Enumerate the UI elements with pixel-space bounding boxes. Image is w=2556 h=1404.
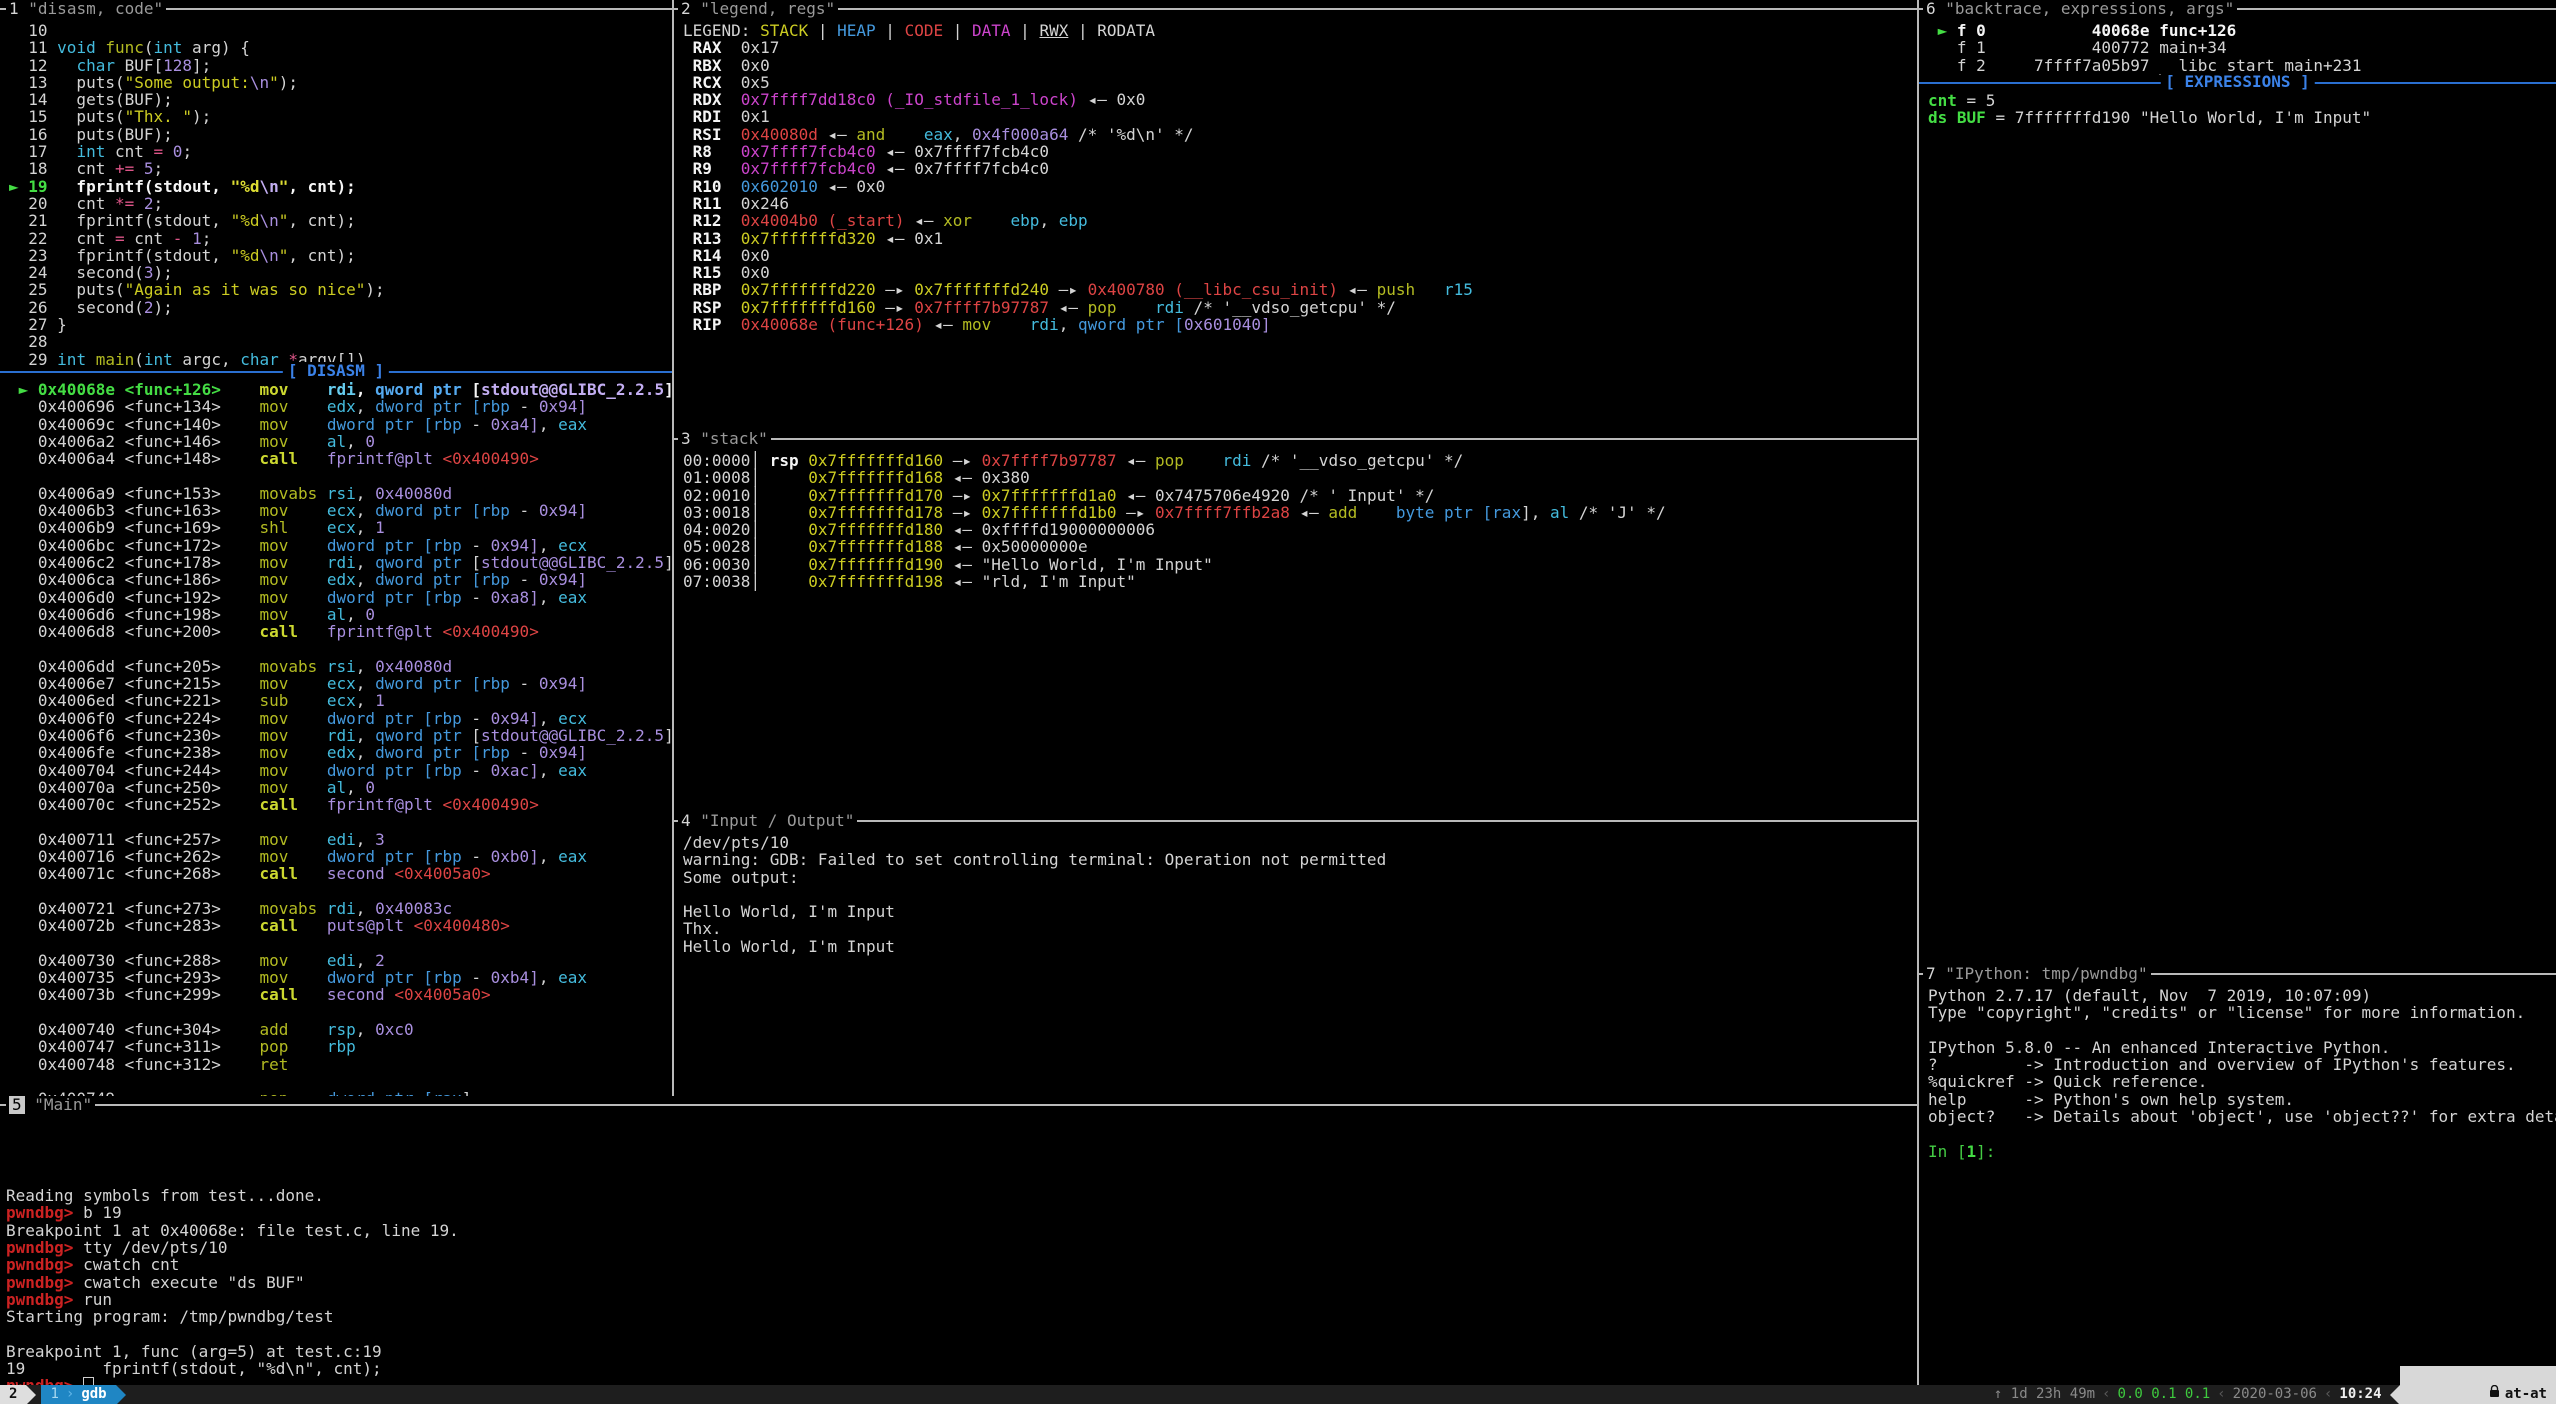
pane1-title-text: "disasm, code" <box>19 0 164 18</box>
pane5-top-border <box>0 1104 1917 1106</box>
disasm-divider-label: [ DISASM ] <box>283 362 389 379</box>
pane-stack[interactable]: 3 "stack" 00:0000│ rsp 0x7fffffffd160 —▸… <box>674 430 1917 812</box>
chevron-right-icon: › <box>59 1385 81 1404</box>
time-label: 10:24 <box>2339 1385 2381 1404</box>
date-label: 2020-03-06 <box>2233 1385 2317 1404</box>
pane3-title-text: "stack" <box>691 430 768 448</box>
pane5-title: 5 "Main" <box>6 1096 95 1113</box>
separator-icon: ‹ <box>2317 1385 2339 1404</box>
pane-input-output[interactable]: 4 "Input / Output" /dev/pts/10warning: G… <box>674 812 1917 1096</box>
hostname: at-at <box>2505 1385 2547 1404</box>
registers-listing: LEGEND: STACK | HEAP | CODE | DATA | RWX… <box>683 22 1917 333</box>
pane3-top-border <box>674 438 1917 440</box>
backtrace-frames: ► f 0 40068e func+126 f 1 400772 main+34… <box>1928 22 2556 74</box>
pane7-number: 7 <box>1926 965 1936 983</box>
pane6-title: 6 "backtrace, expressions, args" <box>1923 0 2237 17</box>
expressions-list: cnt = 5ds BUF = 7fffffffd190 "Hello Worl… <box>1928 92 2556 127</box>
program-io-listing: /dev/pts/10warning: GDB: Failed to set c… <box>683 834 1917 955</box>
pane1-number: 1 <box>9 0 19 18</box>
uptime-label: 1d 23h 49m <box>2002 1385 2095 1404</box>
pane1-title: 1 "disasm, code" <box>6 0 166 17</box>
pane2-top-border <box>674 8 1917 10</box>
pane-disasm-code[interactable]: 1 "disasm, code" 10 11 void func(int arg… <box>0 0 672 1096</box>
separator-icon: ‹ <box>2095 1385 2117 1404</box>
window-index: 1 <box>50 1385 58 1404</box>
session-indicator[interactable]: 2 <box>0 1385 26 1404</box>
powerline-arrow-icon <box>116 1385 126 1404</box>
uptime-arrow-icon: ↑ <box>1994 1385 2002 1404</box>
disassembly-listing: ► 0x40068e <func+126> mov rdi, qword ptr… <box>9 381 672 1096</box>
pane-ipython[interactable]: 7 "IPython: tmp/pwndbg" Python 2.7.17 (d… <box>1919 965 2556 1385</box>
disasm-divider: [ DISASM ] <box>0 371 672 373</box>
powerline-arrow-icon <box>26 1385 36 1404</box>
expressions-divider: [ EXPRESSIONS ] <box>1919 82 2556 84</box>
tmux-screen: 1 "disasm, code" 10 11 void func(int arg… <box>0 0 2556 1404</box>
window-name: gdb <box>81 1385 106 1404</box>
pane-backtrace-expressions[interactable]: 6 "backtrace, expressions, args" ► f 0 4… <box>1919 0 2556 965</box>
source-code-listing: 10 11 void func(int arg) { 12 char BUF[1… <box>9 22 672 368</box>
powerline-arrow-icon <box>2390 1385 2400 1404</box>
pane3-number: 3 <box>681 430 691 448</box>
pane6-title-text: "backtrace, expressions, args" <box>1936 0 2235 18</box>
pane2-title: 2 "legend, regs" <box>678 0 838 17</box>
pane-legend-regs[interactable]: 2 "legend, regs" LEGEND: STACK | HEAP | … <box>674 0 1917 430</box>
pane2-title-text: "legend, regs" <box>691 0 836 18</box>
window-tab-gdb[interactable]: 1›gdb <box>41 1385 115 1404</box>
pane7-title: 7 "IPython: tmp/pwndbg" <box>1923 965 2151 982</box>
pane2-number: 2 <box>681 0 691 18</box>
pane4-title-text: "Input / Output" <box>691 812 855 830</box>
pane-main-gdb[interactable]: 5 "Main" Reading symbols from test...don… <box>0 1096 1917 1385</box>
expressions-divider-label: [ EXPRESSIONS ] <box>2160 73 2315 90</box>
pane6-number: 6 <box>1926 0 1936 18</box>
load-average: 0.0 0.1 0.1 <box>2118 1385 2211 1404</box>
pane4-number: 4 <box>681 812 691 830</box>
pane4-top-border <box>674 820 1917 822</box>
ipython-console: Python 2.7.17 (default, Nov 7 2019, 10:0… <box>1928 987 2556 1160</box>
pane5-title-text: "Main" <box>25 1096 92 1114</box>
tmux-status-bar: 2 1›gdb ↑ 1d 23h 49m ‹ 0.0 0.1 0.1 ‹ 202… <box>0 1385 2556 1404</box>
pane3-title: 3 "stack" <box>678 430 771 447</box>
gdb-console[interactable]: Reading symbols from test...done.pwndbg>… <box>6 1118 1917 1385</box>
pane5-number: 5 <box>9 1096 25 1114</box>
separator-icon: ‹ <box>2210 1385 2232 1404</box>
pane4-title: 4 "Input / Output" <box>678 812 857 829</box>
pane7-title-text: "IPython: tmp/pwndbg" <box>1936 965 2148 983</box>
status-right: ↑ 1d 23h 49m ‹ 0.0 0.1 0.1 ‹ 2020-03-06 … <box>1994 1385 2556 1404</box>
lock-icon <box>2405 1366 2500 1404</box>
hostname-segment: at-at <box>2400 1366 2556 1404</box>
stack-listing: 00:0000│ rsp 0x7fffffffd160 —▸ 0x7ffff7b… <box>683 452 1917 590</box>
